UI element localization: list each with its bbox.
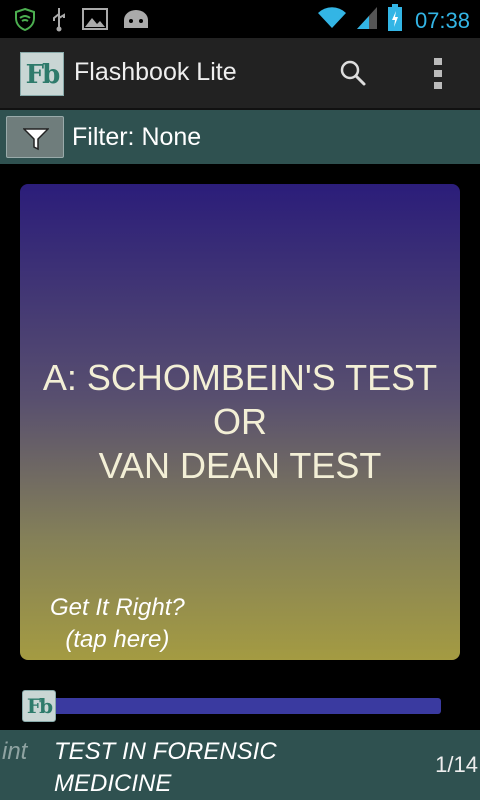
card-answer: A: SCHOMBEIN'S TEST OR VAN DEAN TEST [42, 357, 438, 486]
wifi-icon [317, 6, 347, 35]
battery-icon [387, 4, 403, 37]
card-question: TEST IN FORENSIC MEDICINE [54, 738, 277, 797]
card-counter: 1/14 [435, 752, 478, 777]
filter-bar: Filter: None [0, 110, 480, 164]
image-icon [82, 8, 108, 35]
question-bar: int TEST IN FORENSIC MEDICINE 1/14 [0, 730, 480, 800]
hint-label[interactable]: int [2, 738, 27, 766]
android-icon [122, 8, 150, 35]
signal-icon [355, 5, 379, 36]
clock: 07:38 [414, 7, 470, 33]
filter-button[interactable] [6, 116, 64, 158]
flash-card[interactable]: A: SCHOMBEIN'S TEST OR VAN DEAN TEST Get… [20, 184, 460, 660]
overflow-menu-icon [424, 58, 452, 96]
notification-icons [14, 6, 150, 37]
shield-icon [14, 7, 36, 36]
funnel-icon [22, 127, 50, 156]
filter-label: Filter: None [72, 123, 202, 151]
status-bar: 07:38 [0, 0, 480, 38]
prompt-line-1: Get It Right? [50, 594, 185, 621]
get-it-right-prompt[interactable]: Get It Right? (tap here) [50, 592, 185, 656]
search-button[interactable] [336, 56, 372, 92]
app-logo[interactable]: Fb [20, 52, 64, 96]
progress-bar[interactable] [24, 698, 441, 714]
overflow-menu-button[interactable] [424, 56, 452, 92]
action-bar: Fb Flashbook Lite [0, 38, 480, 110]
usb-icon [50, 6, 68, 37]
prompt-line-2: (tap here) [65, 626, 170, 653]
app-title: Flashbook Lite [74, 58, 237, 86]
system-status: 07:38 [317, 4, 470, 37]
search-icon [336, 60, 372, 96]
progress-thumb[interactable]: Fb [22, 690, 56, 722]
